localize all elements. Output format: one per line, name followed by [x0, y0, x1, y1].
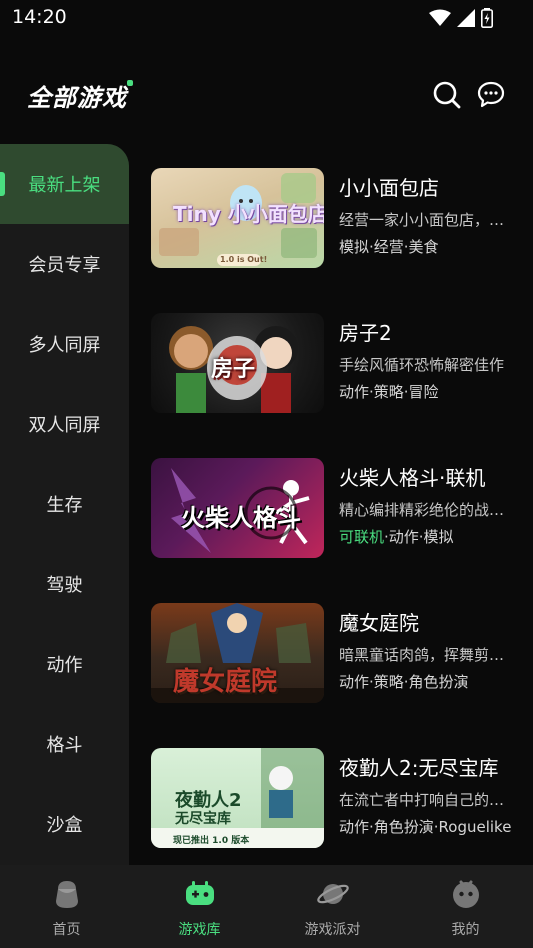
- sidebar-item-label: 多人同屏: [28, 335, 101, 356]
- game-tags-text: 动作·角色扮演·Roguelike: [339, 818, 512, 836]
- multiplayer-tag: 可联机: [339, 528, 385, 546]
- chat-bubble-icon: [477, 81, 505, 108]
- bottom-navigation: 首页 游戏库 游戏派对 我的: [0, 865, 533, 948]
- search-icon: [433, 81, 461, 109]
- sidebar-item-action[interactable]: 动作: [0, 624, 129, 704]
- sidebar-item-label: 格斗: [46, 735, 83, 756]
- category-sidebar: 最新上架 会员专享 多人同屏 双人同屏 生存 驾驶 动作 格斗 沙盒: [0, 144, 129, 865]
- tab-game-library[interactable]: 游戏库: [133, 877, 266, 939]
- cover-title: 火柴人格斗: [181, 504, 301, 532]
- sidebar-item-label: 沙盒: [46, 815, 83, 836]
- gamepad-icon: [185, 881, 214, 905]
- page-title: 全部游戏: [27, 78, 133, 113]
- battery-icon: [481, 8, 493, 28]
- game-card[interactable]: 火柴人格斗 火柴人格斗·联机 精心编排精彩绝伦的战… 可联机·动作·模拟: [151, 458, 521, 558]
- tab-profile[interactable]: 我的: [399, 877, 532, 939]
- cover-title: Tiny 小小面包店: [173, 202, 324, 226]
- game-card[interactable]: 魔女庭院 魔女庭院 暗黑童话肉鸽，挥舞剪… 动作·策略·角色扮演: [151, 603, 521, 703]
- sidebar-item-label: 最新上架: [28, 175, 101, 196]
- game-title: 小小面包店: [339, 176, 439, 200]
- sidebar-item-fighting[interactable]: 格斗: [0, 704, 129, 784]
- cover-title: 魔女庭院: [173, 667, 278, 697]
- game-card[interactable]: 夜勤人2 无尽宝库 现已推出 1.0 版本 夜勤人2:无尽宝库 在流亡者中打响自…: [151, 748, 521, 848]
- cover-badge: 现已推出 1.0 版本: [173, 836, 250, 846]
- sidebar-item-label: 双人同屏: [28, 415, 101, 436]
- header: 全部游戏: [0, 60, 533, 130]
- sidebar-item-label: 驾驶: [46, 575, 83, 596]
- game-tags: 可联机·动作·模拟: [339, 526, 521, 547]
- planet-icon: [316, 884, 349, 904]
- game-card[interactable]: Tiny 小小面包店 1.0 is Out! 小小面包店 经营一家小小面包店，……: [151, 168, 521, 268]
- game-title: 魔女庭院: [339, 611, 419, 635]
- profile-face-icon: [452, 880, 479, 908]
- game-description: 暗黑童话肉鸽，挥舞剪…: [339, 646, 505, 664]
- game-cover-image: Tiny 小小面包店 1.0 is Out!: [151, 168, 324, 268]
- game-description: 经营一家小小面包店，…: [339, 211, 505, 229]
- tab-game-party[interactable]: 游戏派对: [266, 877, 399, 939]
- game-cover-image: 房子: [151, 313, 324, 413]
- game-tags: 动作·策略·角色扮演: [339, 671, 521, 692]
- game-tags: 动作·角色扮演·Roguelike: [339, 816, 521, 837]
- sidebar-item-two-player[interactable]: 双人同屏: [0, 384, 129, 464]
- message-button[interactable]: [476, 80, 506, 110]
- status-icons: [429, 8, 493, 28]
- game-cover-image: 夜勤人2 无尽宝库 现已推出 1.0 版本: [151, 748, 324, 848]
- search-button[interactable]: [432, 80, 462, 110]
- game-tags: 模拟·经营·美食: [339, 236, 521, 257]
- sidebar-item-label: 动作: [46, 655, 83, 676]
- sidebar-item-member[interactable]: 会员专享: [0, 224, 129, 304]
- tab-label: 首页: [52, 922, 81, 938]
- game-tags: 动作·策略·冒险: [339, 381, 521, 402]
- cover-subtitle: 无尽宝库: [175, 811, 231, 827]
- game-cover-image: 火柴人格斗: [151, 458, 324, 558]
- game-description: 手绘风循环恐怖解密佳作: [339, 356, 505, 374]
- game-title: 房子2: [339, 321, 392, 345]
- sidebar-item-label: 生存: [46, 495, 83, 516]
- tab-label: 我的: [451, 922, 480, 938]
- sidebar-item-sandbox[interactable]: 沙盒: [0, 784, 129, 864]
- signal-icon: [457, 9, 475, 27]
- cover-badge: 1.0 is Out!: [220, 255, 268, 264]
- game-description: 精心编排精彩绝伦的战…: [339, 501, 505, 519]
- sidebar-item-label: 会员专享: [28, 255, 101, 276]
- status-time: 14:20: [12, 6, 67, 28]
- tab-label: 游戏派对: [304, 922, 361, 938]
- game-title: 夜勤人2:无尽宝库: [339, 756, 499, 780]
- home-blob-icon: [55, 881, 78, 908]
- game-cover-image: 魔女庭院: [151, 603, 324, 703]
- sidebar-item-survival[interactable]: 生存: [0, 464, 129, 544]
- wifi-icon: [429, 9, 451, 26]
- game-tags-text: 模拟·经营·美食: [339, 238, 439, 256]
- game-tags-text: 动作·策略·冒险: [339, 383, 439, 401]
- status-bar: 14:20: [0, 0, 533, 36]
- game-description: 在流亡者中打响自己的…: [339, 791, 505, 809]
- game-title: 火柴人格斗·联机: [339, 466, 486, 490]
- game-tags-text: ·动作·模拟: [384, 528, 454, 546]
- tab-home[interactable]: 首页: [0, 877, 133, 939]
- sidebar-item-multiplayer[interactable]: 多人同屏: [0, 304, 129, 384]
- cover-title: 房子: [211, 357, 256, 382]
- tab-label: 游戏库: [178, 922, 221, 938]
- sidebar-item-driving[interactable]: 驾驶: [0, 544, 129, 624]
- game-tags-text: 动作·策略·角色扮演: [339, 673, 469, 691]
- game-card[interactable]: 房子 房子2 手绘风循环恐怖解密佳作 动作·策略·冒险: [151, 313, 521, 413]
- sidebar-item-newest[interactable]: 最新上架: [0, 144, 129, 224]
